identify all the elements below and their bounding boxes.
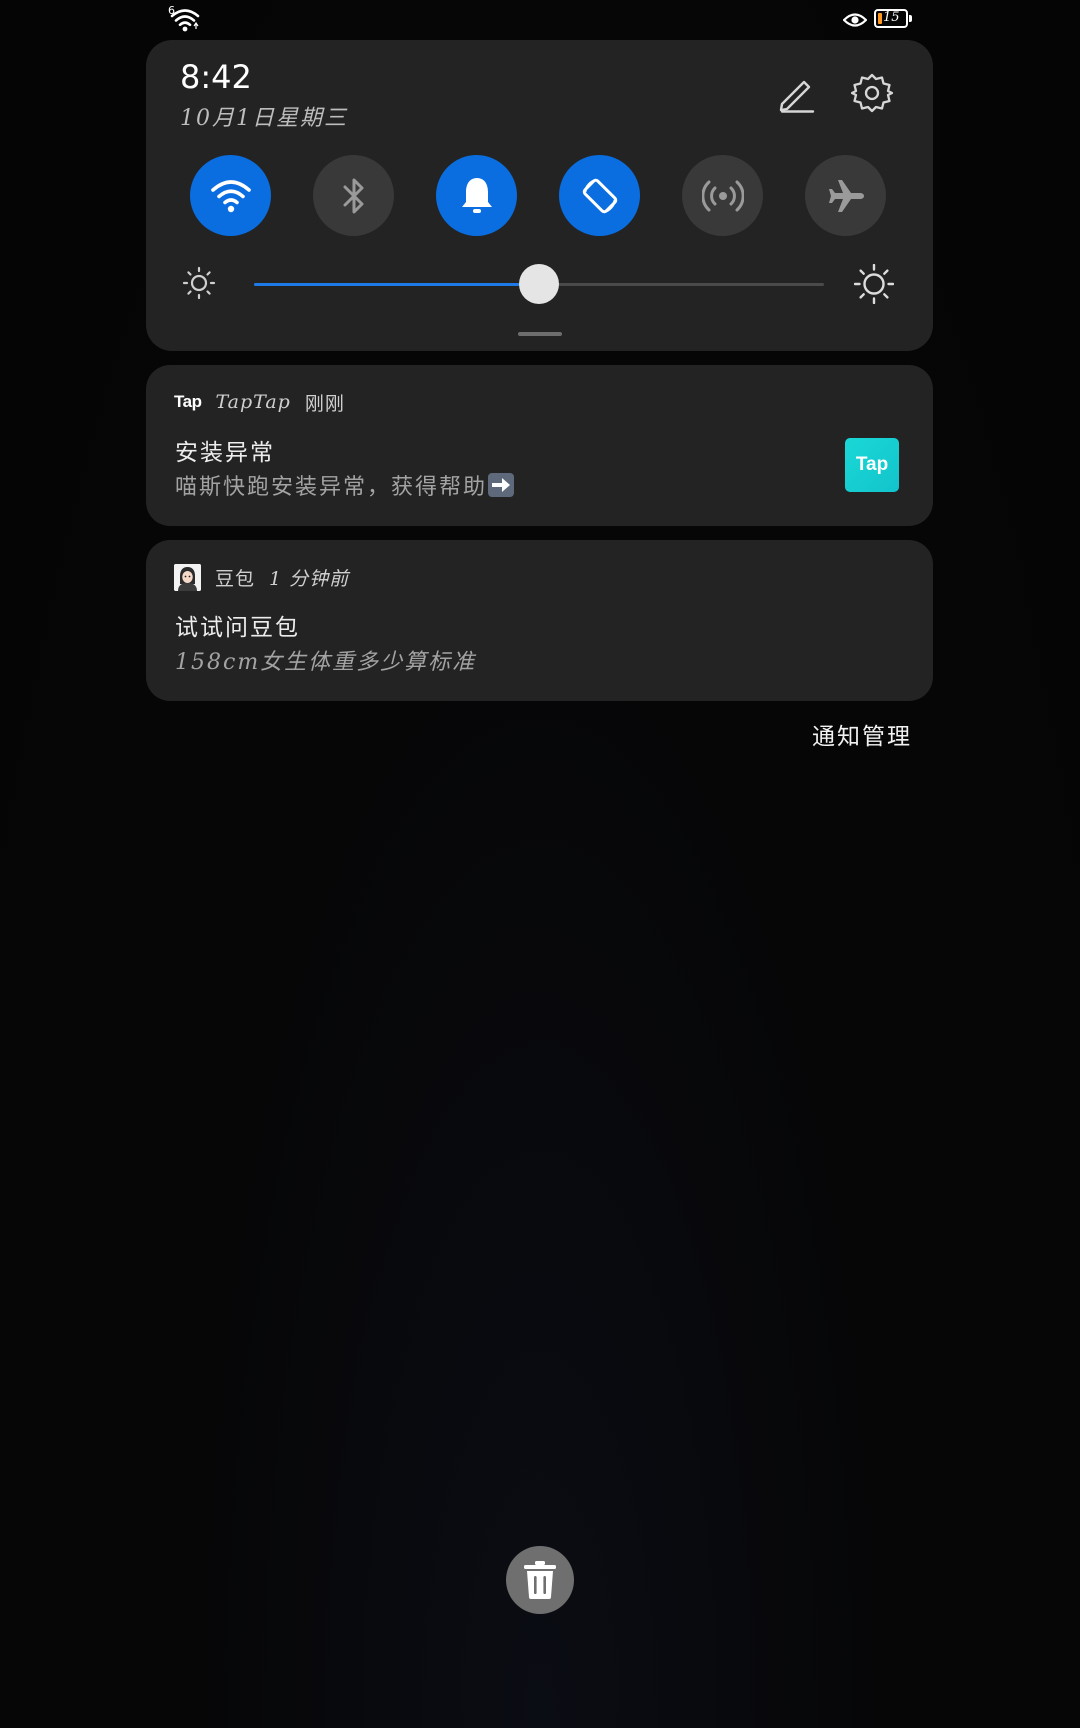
notification-taptap[interactable]: Tap TapTap 刚刚 安装异常 喵斯快跑安装异常，获得帮助 Tap — [146, 365, 933, 526]
notification-app-name: 豆包 — [215, 567, 256, 590]
battery-icon: 15 — [874, 9, 912, 28]
panel-drag-handle[interactable] — [518, 332, 562, 336]
notification-shade: 6 15 8:42 10月1日星期三 Tap TapTap 刚刚 安装异常 喵斯… — [0, 0, 1080, 1728]
brightness-high-icon — [853, 263, 895, 305]
quick-settings-panel: 8:42 10月1日星期三 — [146, 40, 933, 351]
bell-icon — [461, 177, 492, 213]
wifi-signal-icon: 6 — [168, 4, 200, 32]
airplane-toggle[interactable] — [805, 155, 886, 236]
notification-title: 安装异常 — [175, 440, 275, 466]
notification-header: Tap TapTap 刚刚 — [174, 387, 345, 417]
eye-comfort-icon — [842, 10, 868, 30]
wifi-icon — [210, 179, 251, 212]
brightness-low-icon — [182, 266, 216, 300]
notification-body: 158cm女生体重多少算标准 — [175, 650, 477, 675]
notification-body: 喵斯快跑安装异常，获得帮助 — [175, 469, 515, 501]
clock-time: 8:42 — [180, 58, 252, 96]
notification-manage-link[interactable]: 通知管理 — [812, 717, 912, 751]
notification-title: 试试问豆包 — [175, 615, 300, 641]
gear-icon[interactable] — [850, 72, 894, 114]
notification-body-text: 喵斯快跑安装异常，获得帮助 — [175, 475, 488, 500]
right-arrow-icon — [488, 473, 515, 497]
bluetooth-toggle[interactable] — [313, 155, 394, 236]
airplane-icon — [828, 179, 864, 212]
taptap-app-icon: Tap — [174, 392, 202, 411]
hotspot-icon — [701, 180, 744, 211]
notification-doubao[interactable]: 豆包 1 分钟前 试试问豆包 158cm女生体重多少算标准 — [146, 540, 933, 701]
notification-app-name: TapTap — [215, 391, 291, 413]
clock-date: 10月1日星期三 — [180, 106, 348, 131]
clear-all-button[interactable] — [506, 1546, 574, 1614]
hotspot-toggle[interactable] — [682, 155, 763, 236]
wifi-toggle[interactable] — [190, 155, 271, 236]
edit-icon[interactable] — [776, 74, 816, 114]
rotate-icon — [582, 178, 617, 213]
brightness-slider[interactable] — [254, 264, 824, 304]
notification-time: 1 分钟前 — [269, 567, 350, 590]
trash-icon — [524, 1561, 556, 1599]
taptap-thumbnail-icon: Tap — [845, 438, 899, 492]
status-bar: 6 15 — [0, 0, 1080, 40]
bluetooth-icon — [343, 178, 363, 213]
auto-rotate-toggle[interactable] — [559, 155, 640, 236]
notification-time: 刚刚 — [304, 392, 345, 415]
quick-toggle-row — [190, 155, 890, 237]
brightness-slider-thumb[interactable] — [519, 264, 559, 304]
battery-level: 15 — [883, 10, 900, 25]
signal-label: 6 — [168, 4, 175, 17]
notification-header: 豆包 1 分钟前 — [174, 562, 349, 592]
battery-fill — [878, 13, 882, 24]
doubao-avatar-icon — [174, 563, 201, 591]
brightness-control — [182, 262, 902, 306]
brightness-slider-fill — [254, 283, 539, 286]
battery-nub — [909, 15, 912, 22]
sound-toggle[interactable] — [436, 155, 517, 236]
